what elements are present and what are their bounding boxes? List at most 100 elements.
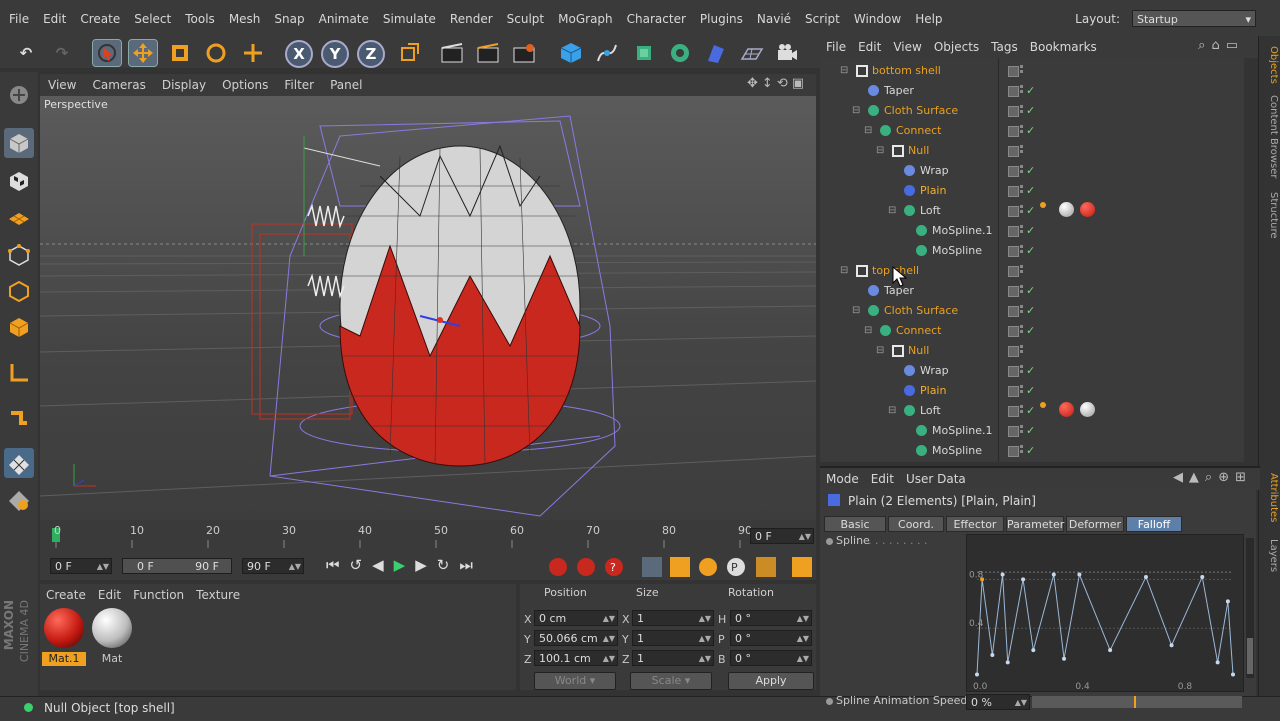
texture-mode-icon[interactable] bbox=[4, 166, 34, 196]
live-selection-icon[interactable] bbox=[92, 39, 122, 67]
layer-toggle-icon[interactable] bbox=[1008, 386, 1019, 397]
enabled-check-icon[interactable]: ✓ bbox=[1026, 81, 1035, 101]
layer-toggle-icon[interactable] bbox=[1008, 186, 1019, 197]
visibility-dots-icon[interactable] bbox=[1020, 345, 1023, 357]
menu-edit[interactable]: Edit bbox=[36, 0, 73, 38]
om-menu-tags[interactable]: Tags bbox=[985, 36, 1024, 58]
om-menu-file[interactable]: File bbox=[820, 36, 852, 58]
redo-icon[interactable]: ↷ bbox=[48, 40, 76, 66]
menu-sculpt[interactable]: Sculpt bbox=[500, 0, 551, 38]
spinner-icon[interactable]: ▲▼ bbox=[797, 651, 809, 667]
layer-toggle-icon[interactable] bbox=[1008, 106, 1019, 117]
object-row[interactable]: ⊟ Loft ✓ bbox=[820, 201, 1244, 221]
layer-toggle-icon[interactable] bbox=[1008, 86, 1019, 97]
attribute-scrollbar-thumb[interactable] bbox=[1247, 638, 1253, 674]
enabled-check-icon[interactable]: ✓ bbox=[1026, 221, 1035, 241]
tab-content-browser[interactable]: Content Browser bbox=[1261, 92, 1279, 182]
next-key-icon[interactable]: ↻ bbox=[437, 556, 460, 574]
viewport-menu-cameras[interactable]: Cameras bbox=[84, 74, 153, 96]
collapse-toggle-icon[interactable]: ⊟ bbox=[852, 301, 860, 321]
material-tag-icon[interactable] bbox=[1059, 402, 1074, 417]
spline-keyframe-icon[interactable] bbox=[826, 538, 833, 545]
next-frame-icon[interactable]: ▶ bbox=[415, 556, 437, 574]
object-row[interactable]: Taper ✓ bbox=[820, 281, 1244, 301]
nurbs-icon[interactable] bbox=[630, 40, 658, 66]
object-row[interactable]: MoSpline.1 ✓ bbox=[820, 421, 1244, 441]
layer-toggle-icon[interactable] bbox=[1008, 286, 1019, 297]
object-row[interactable]: ⊟ Connect ✓ bbox=[820, 321, 1244, 341]
layer-toggle-icon[interactable] bbox=[1008, 166, 1019, 177]
spinner-icon[interactable]: ▲▼ bbox=[289, 559, 301, 575]
object-row[interactable]: Plain ✓ bbox=[820, 181, 1244, 201]
menu-simulate[interactable]: Simulate bbox=[376, 0, 443, 38]
menu-mesh[interactable]: Mesh bbox=[222, 0, 268, 38]
workplane-mode-icon[interactable] bbox=[4, 202, 34, 232]
visibility-dots-icon[interactable] bbox=[1020, 165, 1023, 177]
spinner-icon[interactable]: ▲▼ bbox=[799, 529, 811, 545]
am-menu-edit[interactable]: Edit bbox=[865, 468, 900, 490]
tab-structure[interactable]: Structure bbox=[1261, 188, 1279, 242]
object-row[interactable]: ⊟ Loft ✓ bbox=[820, 401, 1244, 421]
menu-snap[interactable]: Snap bbox=[267, 0, 311, 38]
visibility-dots-icon[interactable] bbox=[1020, 325, 1023, 337]
timeline-ruler[interactable]: 0 10 20 30 40 50 60 70 80 90 0 F ▲▼ bbox=[40, 520, 816, 554]
layer-toggle-icon[interactable] bbox=[1008, 126, 1019, 137]
menu-help[interactable]: Help bbox=[908, 0, 949, 38]
viewport-menu-options[interactable]: Options bbox=[214, 74, 276, 96]
menu-navi-[interactable]: Navié bbox=[750, 0, 798, 38]
tab-layers[interactable]: Layers bbox=[1261, 536, 1279, 576]
enabled-check-icon[interactable]: ✓ bbox=[1026, 201, 1035, 221]
size-z-field[interactable]: 1 ▲▼ bbox=[632, 650, 714, 666]
z-axis-lock-button[interactable]: Z bbox=[357, 40, 385, 68]
coordinate-mode-select[interactable]: World ▾ bbox=[534, 672, 616, 690]
scene-floor-icon[interactable] bbox=[738, 40, 766, 66]
enabled-check-icon[interactable]: ✓ bbox=[1026, 121, 1035, 141]
material-menu-create[interactable]: Create bbox=[40, 584, 92, 606]
menu-select[interactable]: Select bbox=[127, 0, 178, 38]
layer-toggle-icon[interactable] bbox=[1008, 406, 1019, 417]
visibility-dots-icon[interactable] bbox=[1020, 125, 1023, 137]
tab-coord[interactable]: Coord. bbox=[888, 516, 944, 532]
collapse-toggle-icon[interactable]: ⊟ bbox=[840, 61, 848, 81]
visibility-dots-icon[interactable] bbox=[1020, 205, 1023, 217]
material-slot[interactable]: Mat bbox=[90, 608, 134, 666]
position-y-field[interactable]: 50.066 cm ▲▼ bbox=[534, 630, 618, 646]
rotation-h-field[interactable]: 0 ° ▲▼ bbox=[730, 610, 812, 626]
current-frame-field[interactable]: 0 F ▲▼ bbox=[750, 528, 814, 544]
layer-toggle-icon[interactable] bbox=[1008, 246, 1019, 257]
visibility-dots-icon[interactable] bbox=[1020, 365, 1023, 377]
layer-toggle-icon[interactable] bbox=[1008, 426, 1019, 437]
layer-toggle-icon[interactable] bbox=[1008, 326, 1019, 337]
object-row[interactable]: ⊟ Null bbox=[820, 341, 1244, 361]
tab-parameter[interactable]: Parameter bbox=[1006, 516, 1064, 532]
start-frame-field[interactable]: 0 F ▲▼ bbox=[50, 558, 112, 574]
make-editable-icon[interactable] bbox=[4, 80, 34, 110]
deformer-icon[interactable] bbox=[702, 40, 730, 66]
spline-pen-icon[interactable] bbox=[593, 40, 621, 66]
om-menu-edit[interactable]: Edit bbox=[852, 36, 887, 58]
layer-toggle-icon[interactable] bbox=[1008, 306, 1019, 317]
go-to-end-icon[interactable]: ⏭ bbox=[459, 556, 483, 574]
om-menu-bookmarks[interactable]: Bookmarks bbox=[1024, 36, 1103, 58]
viewport-menu-filter[interactable]: Filter bbox=[276, 74, 322, 96]
spinner-icon[interactable]: ▲▼ bbox=[603, 651, 615, 667]
render-picture-viewer-icon[interactable] bbox=[474, 40, 502, 66]
material-menu-function[interactable]: Function bbox=[127, 584, 190, 606]
layer-toggle-icon[interactable] bbox=[1008, 366, 1019, 377]
collapse-toggle-icon[interactable]: ⊟ bbox=[840, 261, 848, 281]
layout-select[interactable]: Startup ▾ bbox=[1132, 10, 1256, 27]
material-tag-icon[interactable] bbox=[1080, 202, 1095, 217]
spinner-icon[interactable]: ▲▼ bbox=[1015, 695, 1027, 711]
visibility-dots-icon[interactable] bbox=[1020, 285, 1023, 297]
tab-falloff[interactable]: Falloff bbox=[1126, 516, 1182, 532]
tab-effector[interactable]: Effector bbox=[946, 516, 1004, 532]
size-x-field[interactable]: 1 ▲▼ bbox=[632, 610, 714, 626]
layer-toggle-icon[interactable] bbox=[1008, 446, 1019, 457]
perspective-viewport[interactable]: Perspective bbox=[40, 96, 816, 520]
cube-primitive-icon[interactable] bbox=[557, 40, 585, 66]
polygons-mode-icon[interactable] bbox=[4, 312, 34, 342]
loft-tag-icon[interactable] bbox=[1040, 202, 1046, 208]
enabled-check-icon[interactable]: ✓ bbox=[1026, 381, 1035, 401]
object-row[interactable]: ⊟ bottom shell bbox=[820, 61, 1244, 81]
camera-icon[interactable] bbox=[773, 40, 801, 66]
